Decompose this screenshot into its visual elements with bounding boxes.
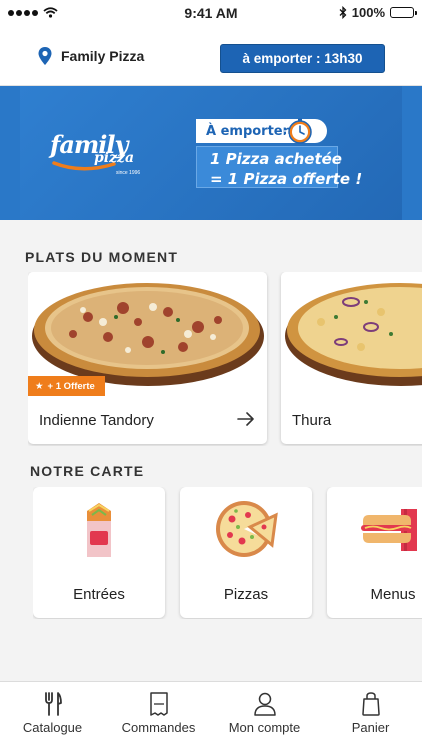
wrap-icon bbox=[87, 503, 111, 557]
category-card-pizzas[interactable]: Pizzas bbox=[180, 487, 312, 618]
pickup-time-button[interactable]: à emporter : 13h30 bbox=[220, 44, 385, 73]
pizza-image bbox=[281, 272, 422, 394]
status-bar: 9:41 AM 100% bbox=[0, 0, 422, 26]
tab-label: Catalogue bbox=[22, 720, 83, 735]
tab-catalogue[interactable]: Catalogue bbox=[0, 692, 105, 742]
section-title-carte: NOTRE CARTE bbox=[30, 463, 145, 479]
promo-line-2: = 1 Pizza offerte ! bbox=[210, 170, 363, 188]
promo-banner[interactable]: family pizza since 1996 À emporter 1 Piz… bbox=[0, 86, 422, 220]
tab-label: Panier bbox=[351, 720, 390, 735]
star-icon: ★ bbox=[35, 380, 44, 392]
tab-commandes[interactable]: Commandes bbox=[106, 692, 211, 742]
app-header: Family Pizza à emporter : 13h30 bbox=[0, 26, 422, 86]
stopwatch-icon bbox=[284, 118, 312, 144]
tab-label: Mon compte bbox=[228, 720, 301, 735]
bluetooth-icon bbox=[339, 6, 347, 19]
tab-mon-compte[interactable]: Mon compte bbox=[212, 692, 317, 742]
category-card-entrees[interactable]: Entrées bbox=[33, 487, 165, 618]
family-pizza-logo: family pizza since 1996 bbox=[50, 130, 141, 176]
dish-name: Indienne Tandory bbox=[39, 412, 154, 429]
receipt-icon bbox=[149, 692, 168, 716]
section-title-plats: PLATS DU MOMENT bbox=[25, 249, 179, 265]
tab-bar: Catalogue Commandes Mon compte Panier bbox=[0, 681, 422, 750]
plats-carousel[interactable]: ★ + 1 Offerte Indienne Tandory Thura bbox=[28, 272, 422, 446]
category-label: Entrées bbox=[73, 586, 125, 603]
fork-knife-icon bbox=[44, 692, 62, 716]
dish-card-indienne-tandory[interactable]: ★ + 1 Offerte Indienne Tandory bbox=[28, 272, 267, 444]
hotdog-icon bbox=[361, 509, 417, 551]
offer-badge-label: + 1 Offerte bbox=[47, 380, 95, 392]
category-label: Pizzas bbox=[223, 586, 269, 603]
tab-panier[interactable]: Panier bbox=[318, 692, 422, 742]
arrow-right-icon[interactable] bbox=[237, 412, 255, 426]
category-card-menus[interactable]: Menus bbox=[327, 487, 422, 618]
categories-carousel[interactable]: Entrées Pizzas Menus bbox=[33, 487, 422, 619]
battery-icon bbox=[390, 7, 417, 18]
dish-name: Thura bbox=[292, 412, 332, 429]
battery-percent: 100% bbox=[351, 5, 385, 20]
offer-badge: ★ + 1 Offerte bbox=[28, 376, 105, 396]
location-pin-icon bbox=[38, 47, 52, 65]
dish-card-thura[interactable]: Thura bbox=[281, 272, 422, 444]
bag-icon bbox=[361, 692, 380, 716]
location-selector[interactable]: Family Pizza bbox=[38, 47, 144, 65]
promo-line-1: 1 Pizza achetée bbox=[210, 150, 342, 168]
tab-label: Commandes bbox=[121, 720, 196, 735]
status-right: 100% bbox=[339, 5, 417, 20]
location-name: Family Pizza bbox=[61, 48, 145, 64]
user-icon bbox=[253, 692, 276, 716]
pizza-icon bbox=[216, 501, 278, 557]
category-label: Menus bbox=[370, 586, 416, 603]
